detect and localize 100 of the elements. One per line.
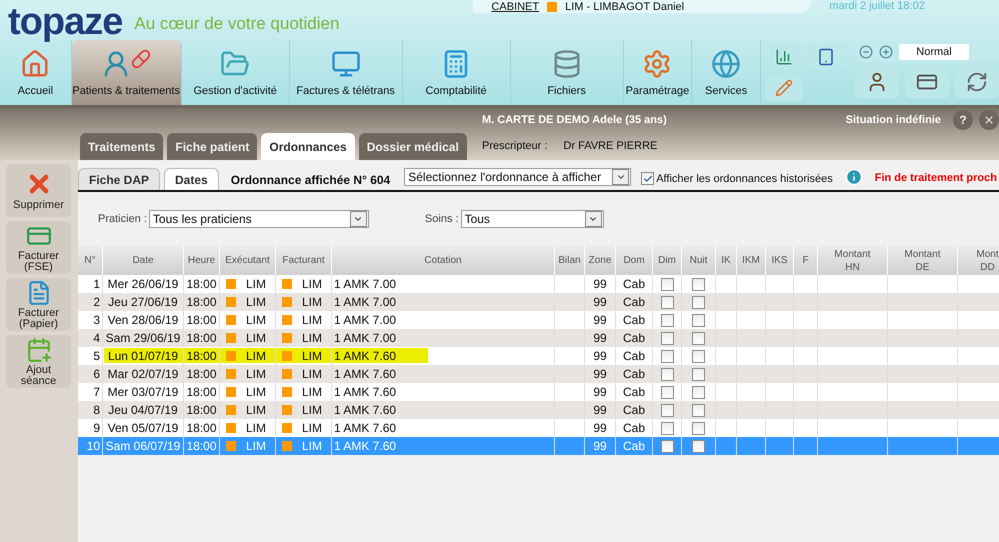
table-cell: 1 AMK 7.60 [332,437,555,455]
zoom-field[interactable]: Normal [899,44,969,60]
sidebar-button[interactable]: Supprimer [6,164,71,217]
situation-label: Situation indéfinie [846,114,941,126]
table-cell: LIM [246,277,266,291]
nav-item[interactable]: Factures & télétrans [290,40,403,105]
sub-tab[interactable]: Fiche DAP [78,168,160,190]
table-row[interactable]: 7 Mer 03/07/19 18:00 LIM LIM 1 AMK 7.60 99 Cab [78,383,999,401]
table-cell: LIM [246,421,266,435]
cabinet-link[interactable]: CABINET [491,0,540,12]
table-cell: 99 [585,437,616,455]
row-checkbox[interactable] [692,296,705,308]
sub-tab[interactable]: Dates [164,168,219,190]
row-checkbox[interactable] [660,386,674,398]
table-row[interactable]: 2 Jeu 27/06/19 18:00 LIM LIM 1 AMK 7.00 99 Cab [78,293,999,311]
table-cell: LIM [246,385,266,399]
table-cell: LIM [246,349,266,363]
practitioner-name: LIM - LIMBAGOT Daniel [565,0,684,12]
ordonnance-title: Ordonnance affichée N° 604 [230,173,390,187]
ordonnance-select[interactable]: Sélectionnez l'ordonnance à afficher [404,168,632,186]
table-cell: Cab [616,437,653,455]
table-row[interactable]: 4 Sam 29/06/19 18:00 LIM LIM 1 AMK 7.00 99 Cab [78,329,999,347]
table-cell: LIM [246,295,266,309]
close-icon [983,114,995,126]
table-cell: LIM [302,385,322,399]
row-checkbox[interactable] [660,278,674,290]
card-icon[interactable] [905,66,949,98]
row-checkbox[interactable] [660,404,674,416]
nav-item[interactable]: Paramétrage [624,40,692,105]
house-icon [20,49,50,79]
row-checkbox[interactable] [692,332,705,344]
date-time: mardi 2 juillet 18:02 [829,0,925,12]
pencil-icon[interactable] [765,74,803,100]
row-checkbox[interactable] [660,314,674,326]
table-cell: LIM [246,403,266,417]
table-cell: LIM [246,313,266,327]
nav-item[interactable]: Fichiers [510,40,624,105]
filter-label: Soins : [424,213,459,225]
logo: topaze [8,2,122,42]
row-checkbox[interactable] [660,296,674,308]
globe-icon [711,49,742,79]
filter-select[interactable]: Tous les praticiens [148,210,369,228]
help-button[interactable]: ? [953,110,973,130]
row-checkbox[interactable] [692,386,705,398]
table-cell: LIM [246,367,266,381]
table-cell: LIM [302,277,322,291]
prescriber-label: Prescripteur : [482,140,548,152]
table-cell: LIM [302,403,322,417]
table-row[interactable]: 9 Ven 05/07/19 18:00 LIM LIM 1 AMK 7.60 99 Cab [78,419,999,437]
nav-item[interactable]: Services [692,40,761,105]
table-cell: LIM [302,421,322,435]
sidebar-button[interactable]: Ajout séance [6,335,71,388]
row-checkbox[interactable] [692,440,705,452]
patient-name: M. CARTE DE DEMO Adele (35 ans) [482,114,668,126]
row-checkbox[interactable] [692,404,705,416]
table-cell: LIM [302,313,322,327]
row-checkbox[interactable] [660,422,674,434]
sidebar-button[interactable]: Facturer (FSE) [6,221,71,274]
database-icon [552,49,582,79]
row-checkbox[interactable] [660,332,674,344]
table-row[interactable]: 8 Jeu 04/07/19 18:00 LIM LIM 1 AMK 7.60 99 Cab [78,401,999,419]
user-icon[interactable] [855,66,899,98]
table-row[interactable]: 3 Ven 28/06/19 18:00 LIM LIM 1 AMK 7.00 99 Cab [78,311,999,329]
table-cell: 18:00 [184,437,220,455]
tab[interactable]: Traitements [80,133,164,160]
table-row[interactable]: 1 Mer 26/06/19 18:00 LIM LIM 1 AMK 7.00 99 Cab [78,275,999,293]
tagline: Au cœur de votre quotidien [134,14,340,34]
table-cell: LIM [246,439,266,453]
filter-select[interactable]: Tous [460,210,604,228]
table-cell: LIM [302,367,322,381]
row-checkbox[interactable] [692,278,705,290]
gears-icon [642,49,672,79]
alert-text: Fin de traitement proch [874,172,997,184]
history-checkbox[interactable] [641,172,654,185]
tab[interactable]: Dossier médical [358,133,467,160]
zoom-out-icon[interactable] [859,45,873,59]
nav-item[interactable]: Patients & traitements [72,40,182,105]
prescriber-name: Dr FAVRE PIERRE [563,140,658,152]
row-checkbox[interactable] [660,368,674,380]
zoom-in-icon[interactable] [879,45,893,59]
table-row[interactable]: 5 Lun 01/07/19 18:00 LIM LIM 1 AMK 7.60 99 Cab [78,347,999,365]
nav-item[interactable]: Gestion d'activité [182,40,290,105]
row-checkbox[interactable] [660,440,674,452]
row-checkbox[interactable] [692,314,705,326]
monitor-icon [330,49,361,79]
sidebar-button[interactable]: Facturer (Papier) [6,278,71,331]
table-row[interactable]: 6 Mar 02/07/19 18:00 LIM LIM 1 AMK 7.60 99 Cab [78,365,999,383]
nav-item[interactable]: Comptabilité [402,40,511,105]
info-icon[interactable] [844,168,863,186]
row-checkbox[interactable] [660,350,674,362]
table-cell: LIM [302,439,322,453]
row-checkbox[interactable] [692,422,705,434]
close-button[interactable] [979,110,999,130]
tab[interactable]: Fiche patient [167,133,258,160]
table-cell: LIM [246,331,266,345]
calendar-add-icon [26,336,52,362]
row-checkbox[interactable] [692,368,705,380]
refresh-icon[interactable] [955,66,999,98]
row-checkbox[interactable] [692,350,705,362]
tab[interactable]: Ordonnances [261,133,355,160]
